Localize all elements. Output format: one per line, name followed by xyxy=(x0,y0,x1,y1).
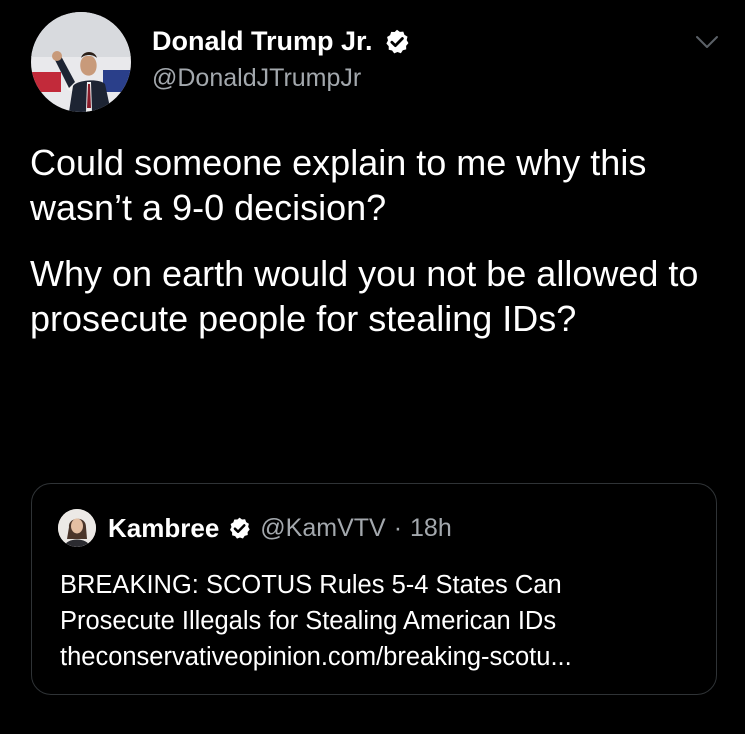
quoted-tweet-card[interactable]: Kambree @KamVTV · 18h BREAKING: SCOTUS R… xyxy=(31,483,717,695)
chevron-down-icon[interactable] xyxy=(692,27,722,57)
quoted-tweet-text: BREAKING: SCOTUS Rules 5-4 States Can Pr… xyxy=(60,567,710,675)
verified-badge-icon xyxy=(383,28,411,56)
meta-separator: · xyxy=(393,513,403,542)
tweet: Donald Trump Jr. @DonaldJTrumpJr Could s… xyxy=(0,0,745,734)
quoted-tweet-time[interactable]: 18h xyxy=(410,514,452,543)
author-display-name[interactable]: Donald Trump Jr. xyxy=(152,26,373,57)
quoted-tweet-header: Kambree @KamVTV · 18h xyxy=(58,509,452,547)
quoted-author-display-name[interactable]: Kambree xyxy=(108,513,219,544)
verified-badge-icon xyxy=(227,516,252,541)
quoted-tweet-line: BREAKING: SCOTUS Rules 5-4 States Can xyxy=(60,571,562,599)
quoted-tweet-line: Prosecute Illegals for Stealing American… xyxy=(60,607,557,635)
quoted-author-avatar-image xyxy=(58,509,96,547)
tweet-text: Could someone explain to me why this was… xyxy=(30,140,720,362)
tweet-paragraph: Could someone explain to me why this was… xyxy=(30,142,647,228)
author-avatar-image xyxy=(31,12,131,112)
quoted-author-handle[interactable]: @KamVTV xyxy=(260,514,385,543)
author-handle[interactable]: @DonaldJTrumpJr xyxy=(152,64,361,93)
quoted-tweet-link[interactable]: theconservativeopinion.com/breaking-scot… xyxy=(60,639,710,675)
author-name-row: Donald Trump Jr. xyxy=(152,26,411,57)
author-avatar[interactable] xyxy=(31,12,131,112)
quoted-author-avatar[interactable] xyxy=(58,509,96,547)
tweet-paragraph: Why on earth would you not be allowed to… xyxy=(30,253,699,339)
